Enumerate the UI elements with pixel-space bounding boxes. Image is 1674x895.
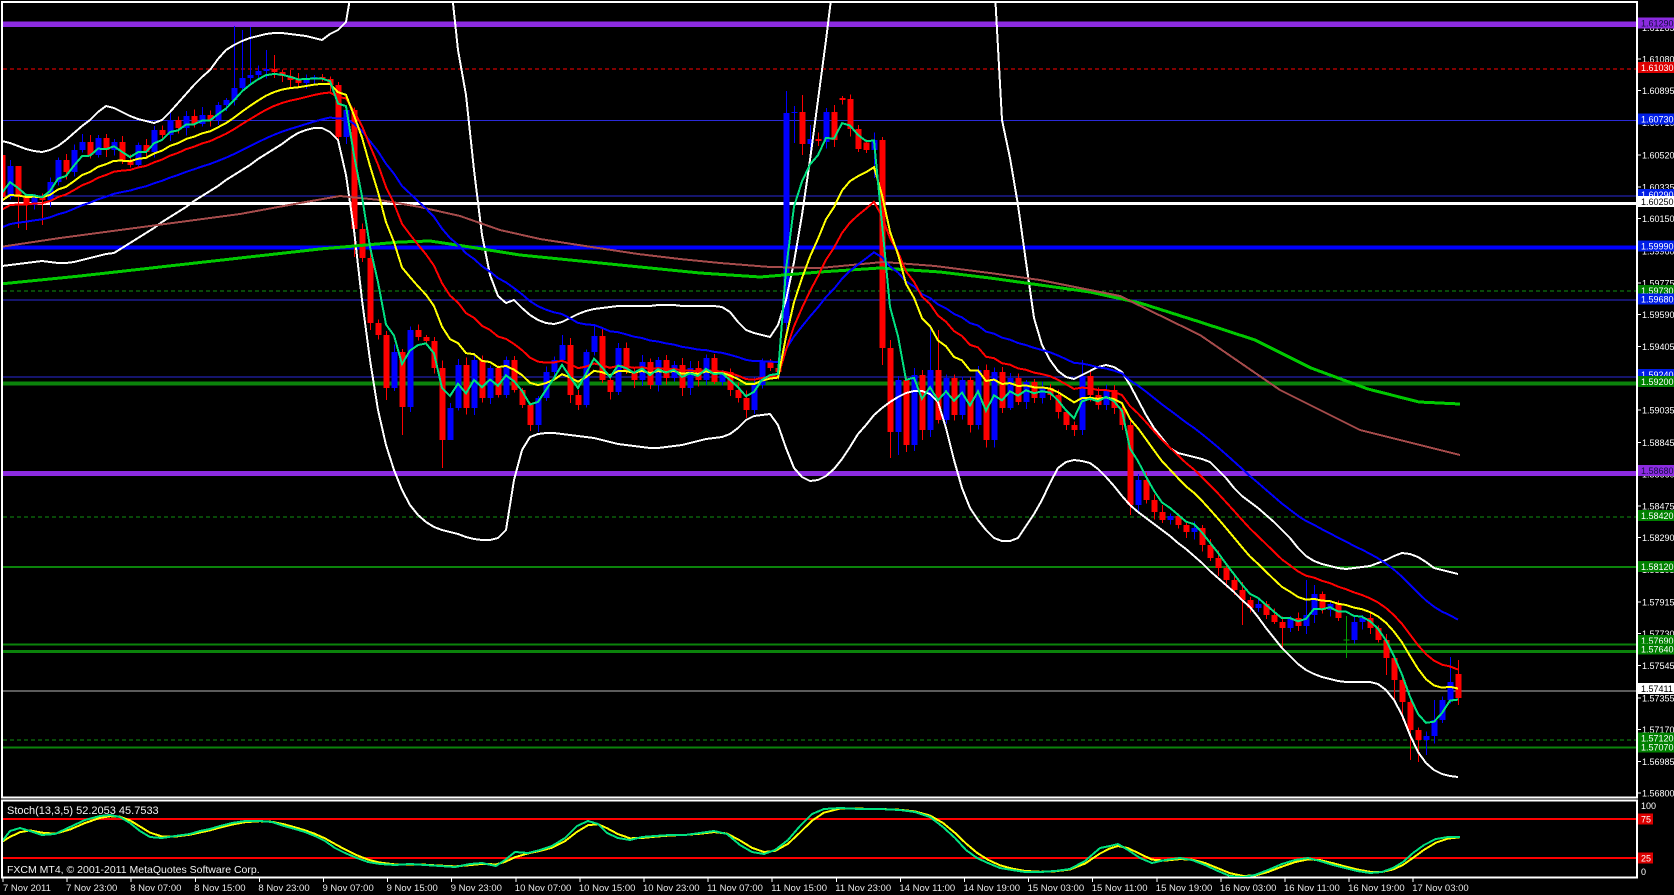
svg-text:7 Nov 2011: 7 Nov 2011 <box>3 883 51 894</box>
svg-text:9 Nov 23:00: 9 Nov 23:00 <box>451 883 502 894</box>
svg-text:9 Nov 07:00: 9 Nov 07:00 <box>323 883 374 894</box>
svg-text:1.58290: 1.58290 <box>1642 533 1674 543</box>
svg-text:1.59035: 1.59035 <box>1642 405 1674 415</box>
svg-text:1.59200: 1.59200 <box>1641 377 1674 387</box>
svg-text:1.60520: 1.60520 <box>1642 151 1674 161</box>
svg-text:9 Nov 15:00: 9 Nov 15:00 <box>387 883 438 894</box>
svg-text:1.61030: 1.61030 <box>1641 63 1674 73</box>
svg-text:7 Nov 23:00: 7 Nov 23:00 <box>66 883 117 894</box>
svg-text:1.59990: 1.59990 <box>1641 242 1674 252</box>
svg-text:1.57355: 1.57355 <box>1642 693 1674 703</box>
svg-text:1.57070: 1.57070 <box>1641 742 1674 752</box>
svg-text:11 Nov 23:00: 11 Nov 23:00 <box>835 883 891 894</box>
svg-text:1.56985: 1.56985 <box>1642 757 1674 767</box>
svg-text:10 Nov 15:00: 10 Nov 15:00 <box>579 883 636 894</box>
svg-text:1.59680: 1.59680 <box>1641 295 1674 305</box>
svg-text:0: 0 <box>1641 867 1646 877</box>
svg-text:10 Nov 07:00: 10 Nov 07:00 <box>515 883 572 894</box>
svg-text:1.57545: 1.57545 <box>1642 661 1674 671</box>
svg-text:1.59590: 1.59590 <box>1642 310 1674 320</box>
svg-text:8 Nov 23:00: 8 Nov 23:00 <box>258 883 309 894</box>
svg-text:1.57640: 1.57640 <box>1641 645 1674 655</box>
svg-text:15 Nov 19:00: 15 Nov 19:00 <box>1156 883 1213 894</box>
svg-text:1.60250: 1.60250 <box>1641 197 1674 207</box>
svg-text:100: 100 <box>1641 801 1656 811</box>
svg-text:25: 25 <box>1641 854 1651 864</box>
svg-text:1.61290: 1.61290 <box>1641 19 1674 29</box>
svg-text:14 Nov 11:00: 14 Nov 11:00 <box>899 883 955 894</box>
svg-text:1.57411: 1.57411 <box>1641 684 1673 694</box>
svg-text:1.60730: 1.60730 <box>1641 115 1674 125</box>
svg-text:1.59405: 1.59405 <box>1642 342 1674 352</box>
svg-text:1.58845: 1.58845 <box>1642 438 1674 448</box>
svg-text:14 Nov 19:00: 14 Nov 19:00 <box>964 883 1021 894</box>
svg-text:11 Nov 07:00: 11 Nov 07:00 <box>707 883 763 894</box>
svg-text:FXCM MT4, © 2001-2011 MetaQuot: FXCM MT4, © 2001-2011 MetaQuotes Softwar… <box>7 864 260 876</box>
svg-text:1.57915: 1.57915 <box>1642 597 1674 607</box>
svg-text:16 Nov 19:00: 16 Nov 19:00 <box>1348 883 1405 894</box>
svg-text:16 Nov 11:00: 16 Nov 11:00 <box>1284 883 1340 894</box>
svg-text:Stoch(13,3,5) 52.2053 45.7533: Stoch(13,3,5) 52.2053 45.7533 <box>7 805 159 817</box>
svg-text:10 Nov 23:00: 10 Nov 23:00 <box>643 883 700 894</box>
svg-text:1.58120: 1.58120 <box>1641 562 1674 572</box>
svg-text:8 Nov 15:00: 8 Nov 15:00 <box>194 883 245 894</box>
svg-text:11 Nov 15:00: 11 Nov 15:00 <box>771 883 827 894</box>
svg-text:15 Nov 11:00: 15 Nov 11:00 <box>1092 883 1148 894</box>
svg-text:1.60895: 1.60895 <box>1642 86 1674 96</box>
svg-text:8 Nov 07:00: 8 Nov 07:00 <box>130 883 181 894</box>
svg-text:1.60150: 1.60150 <box>1642 214 1674 224</box>
svg-text:17 Nov 03:00: 17 Nov 03:00 <box>1412 883 1469 894</box>
svg-text:15 Nov 03:00: 15 Nov 03:00 <box>1028 883 1085 894</box>
svg-text:75: 75 <box>1641 815 1651 825</box>
svg-text:1.58680: 1.58680 <box>1641 466 1674 476</box>
svg-text:1.56800: 1.56800 <box>1642 789 1674 799</box>
svg-text:1.58420: 1.58420 <box>1641 511 1674 521</box>
svg-text:16 Nov 03:00: 16 Nov 03:00 <box>1220 883 1277 894</box>
